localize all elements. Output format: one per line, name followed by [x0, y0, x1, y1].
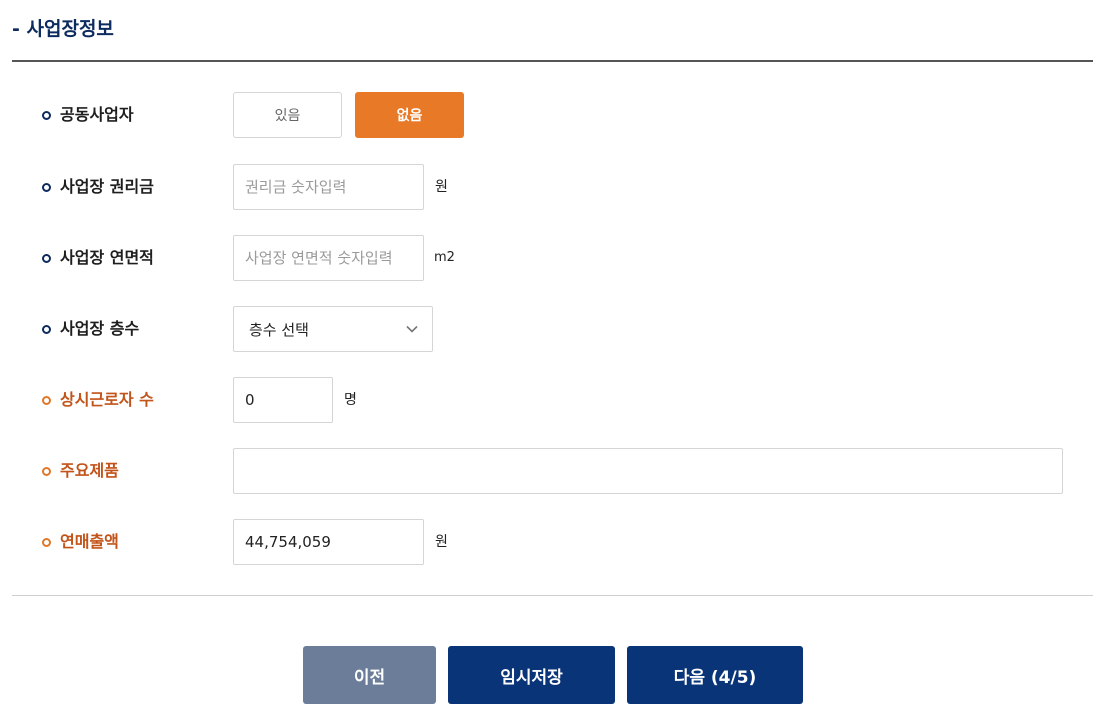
sales-label: 연매출액 [42, 519, 119, 565]
area-input[interactable] [233, 235, 424, 281]
bullet-icon [42, 537, 51, 547]
sales-label-text: 연매출액 [60, 532, 119, 551]
chevron-down-icon [406, 325, 418, 333]
section-title: - 사업장정보 [12, 18, 114, 40]
premium-label-text: 사업장 권리금 [60, 177, 154, 196]
area-label-text: 사업장 연면적 [60, 248, 154, 267]
products-label-text: 주요제품 [60, 461, 119, 480]
prev-button[interactable]: 이전 [303, 646, 436, 704]
top-divider [12, 60, 1093, 62]
premium-label: 사업장 권리금 [42, 164, 154, 210]
co-business-row: 공동사업자 있음 없음 [0, 92, 1112, 138]
bullet-icon [42, 253, 51, 263]
floors-label-text: 사업장 층수 [60, 319, 140, 338]
employees-label: 상시근로자 수 [42, 377, 154, 423]
sales-input[interactable] [233, 519, 424, 565]
floors-select-value: 층수 선택 [249, 320, 309, 339]
bullet-icon [42, 324, 51, 334]
co-business-no-button[interactable]: 없음 [355, 92, 464, 138]
floors-label: 사업장 층수 [42, 306, 139, 352]
area-unit: m2 [434, 250, 455, 265]
bullet-icon [42, 466, 51, 476]
premium-unit: 원 [435, 179, 448, 195]
sales-unit: 원 [435, 534, 448, 550]
premium-row: 사업장 권리금 원 [0, 164, 1112, 210]
bullet-icon [42, 182, 51, 192]
employees-unit: 명 [344, 392, 357, 408]
products-row: 주요제품 [0, 448, 1112, 494]
co-business-label: 공동사업자 [42, 92, 134, 138]
bullet-icon [42, 110, 51, 120]
sales-row: 연매출액 원 [0, 519, 1112, 565]
floors-select[interactable]: 층수 선택 [233, 306, 433, 352]
area-label: 사업장 연면적 [42, 235, 154, 281]
products-label: 주요제품 [42, 448, 119, 494]
premium-input[interactable] [233, 164, 424, 210]
floors-row: 사업장 층수 층수 선택 [0, 306, 1112, 352]
temp-save-button[interactable]: 임시저장 [448, 646, 615, 704]
employees-label-text: 상시근로자 수 [60, 390, 154, 409]
employees-input[interactable] [233, 377, 333, 423]
bullet-icon [42, 395, 51, 405]
employees-row: 상시근로자 수 명 [0, 377, 1112, 423]
bottom-divider [12, 595, 1093, 596]
area-row: 사업장 연면적 m2 [0, 235, 1112, 281]
products-input[interactable] [233, 448, 1063, 494]
co-business-yes-button[interactable]: 있음 [233, 92, 342, 138]
co-business-label-text: 공동사업자 [60, 105, 134, 124]
next-button[interactable]: 다음 (4/5) [627, 646, 803, 704]
